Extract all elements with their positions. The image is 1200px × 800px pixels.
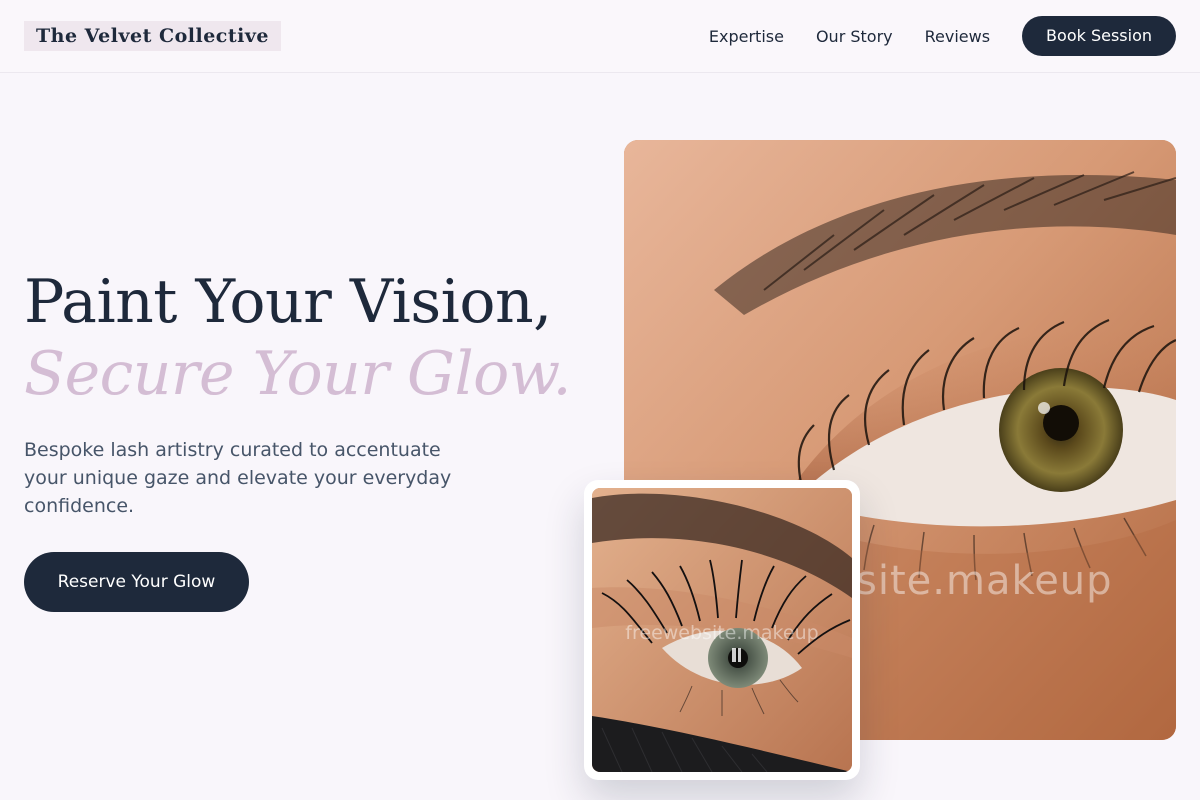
hero-title: Paint Your Vision, Secure Your Glow. (24, 265, 604, 409)
reserve-your-glow-button[interactable]: Reserve Your Glow (24, 552, 249, 612)
brand-logo[interactable]: The Velvet Collective (24, 21, 281, 51)
hero-title-line-2: Secure Your Glow. (24, 339, 572, 409)
site-header: The Velvet Collective Expertise Our Stor… (0, 0, 1200, 73)
landing-page: The Velvet Collective Expertise Our Stor… (0, 0, 1200, 800)
nav-link-expertise[interactable]: Expertise (709, 27, 784, 46)
nav-link-reviews[interactable]: Reviews (925, 27, 990, 46)
hero-title-line-1: Paint Your Vision, (24, 267, 552, 337)
inset-photo-watermark: freewebsite.makeup (625, 622, 819, 644)
lash-extension-photo: freewebsite.makeup (592, 488, 852, 772)
inset-photo-card: freewebsite.makeup (584, 480, 860, 780)
main-nav: Expertise Our Story Reviews Book Session (709, 16, 1176, 56)
hero-subtitle: Bespoke lash artistry curated to accentu… (24, 439, 452, 517)
nav-link-our-story[interactable]: Our Story (816, 27, 893, 46)
book-session-button[interactable]: Book Session (1022, 16, 1176, 56)
